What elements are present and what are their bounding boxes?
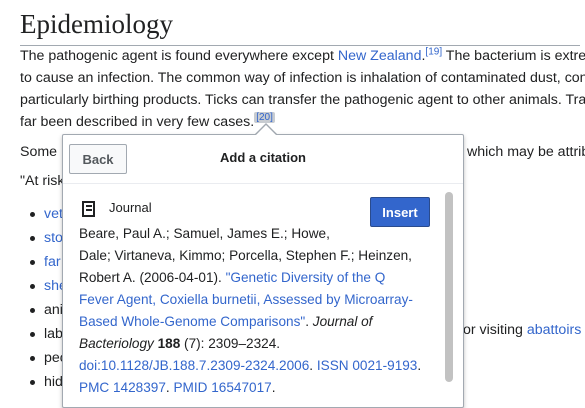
reference-19[interactable]: [19]	[425, 46, 442, 57]
popup-scrollbar-thumb[interactable]	[445, 192, 453, 382]
lab-right-text: or visiting abattoirs	[463, 322, 582, 338]
add-citation-popup: Back Add a citation Journal Insert Beare…	[62, 134, 464, 408]
paragraph-line-4: far been described in very few cases. [20…	[20, 112, 275, 130]
link-abattoirs[interactable]: abattoirs	[527, 322, 581, 338]
doi-link[interactable]: doi:10.1128/JB.188.7.2309-2324.2006	[79, 358, 309, 373]
issn-link[interactable]: ISSN 0021-9193	[317, 358, 418, 373]
at-risk-text: "At risk	[20, 173, 65, 189]
citation-title-link[interactable]: Based Whole-Genome Comparisons"	[79, 314, 305, 329]
popup-scrollbar[interactable]	[445, 192, 453, 396]
document-icon	[79, 199, 99, 219]
paragraph-line-3: particularly birthing products. Ticks ca…	[20, 92, 585, 108]
link-new-zealand[interactable]: New Zealand	[338, 48, 422, 64]
popup-header: Back Add a citation	[63, 135, 463, 183]
popup-arrow-fill	[256, 125, 276, 135]
citation-type-label: Journal	[109, 200, 152, 215]
list-item-link[interactable]: vet	[44, 206, 63, 222]
citation-title-link[interactable]: "Genetic Diversity of the Q	[226, 270, 386, 285]
some-text: Some	[20, 144, 58, 160]
popup-divider	[63, 183, 463, 184]
popup-title: Add a citation	[220, 150, 306, 165]
citation-title-link[interactable]: Fever Agent, Coxiella burnetii, Assessed…	[79, 292, 413, 307]
list-item-link[interactable]: sto	[44, 230, 63, 246]
pmid-link[interactable]: PMID 16547017	[173, 380, 271, 395]
pmc-link[interactable]: PMC 1428397	[79, 380, 166, 395]
citation-text: Beare, Paul A.; Samuel, James E.; Howe, …	[79, 226, 422, 395]
article-paragraph: The pathogenic agent is found everywhere…	[20, 45, 585, 133]
paragraph-line-2: to cause an infection. The common way of…	[20, 70, 585, 86]
list-item-link[interactable]: far	[44, 254, 61, 270]
reference-20-selected[interactable]: [20]	[254, 112, 275, 124]
some-right-text: which may be attrib	[467, 144, 585, 160]
paragraph-line-1: The pathogenic agent is found everywhere…	[20, 46, 585, 64]
section-heading: Epidemiology	[20, 6, 580, 46]
